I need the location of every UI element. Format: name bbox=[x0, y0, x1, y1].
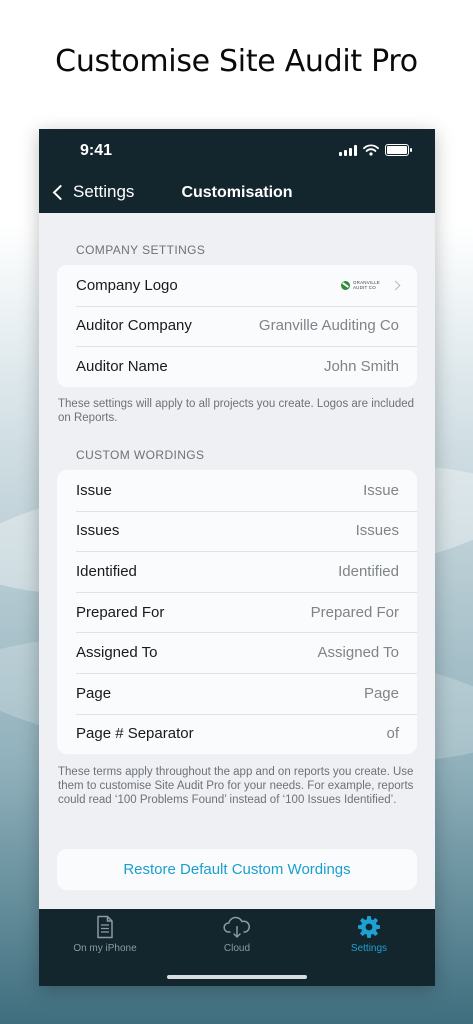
row-label: Page # Separator bbox=[76, 725, 194, 743]
company-settings-footnote: These settings will apply to all project… bbox=[58, 398, 415, 424]
company-logo-thumbnail: GRANVILLE AUDIT CO bbox=[340, 280, 380, 291]
status-icons bbox=[339, 144, 412, 156]
custom-wordings-footnote: These terms apply throughout the app and… bbox=[58, 766, 414, 806]
chevron-right-icon bbox=[390, 280, 401, 291]
row-label: Auditor Name bbox=[76, 357, 168, 375]
auditor-company-row[interactable]: Auditor Company Granville Auditing Co bbox=[57, 305, 417, 347]
status-time: 9:41 bbox=[80, 142, 113, 159]
row-label: Auditor Company bbox=[76, 317, 192, 335]
tab-label: Settings bbox=[350, 943, 388, 954]
company-settings-group: Company Logo GRANVILLE AUDIT CO Auditor … bbox=[57, 265, 417, 387]
page-title: Customisation bbox=[181, 184, 293, 201]
row-value: Issues bbox=[355, 522, 399, 540]
navigation-bar: 9:41 Settings Customisation bbox=[39, 129, 435, 213]
section-header-custom-wordings: CUSTOM WORDINGS bbox=[76, 448, 205, 462]
wording-row-page[interactable]: Page Page bbox=[57, 672, 417, 714]
tab-label: Cloud bbox=[223, 943, 251, 954]
settings-content: COMPANY SETTINGS Company Logo GRANVILLE … bbox=[39, 213, 435, 909]
logo-wordmark: GRANVILLE AUDIT CO bbox=[352, 280, 380, 291]
wording-row-issue[interactable]: Issue Issue bbox=[57, 470, 417, 511]
row-value: John Smith bbox=[323, 357, 399, 375]
section-header-company-settings: COMPANY SETTINGS bbox=[76, 243, 206, 257]
row-value: Assigned To bbox=[317, 644, 399, 662]
gear-icon bbox=[358, 916, 380, 938]
auditor-name-row[interactable]: Auditor Name John Smith bbox=[57, 346, 417, 387]
row-label: Issues bbox=[76, 522, 120, 540]
row-value: Identified bbox=[338, 562, 399, 580]
tab-settings[interactable]: Settings bbox=[303, 915, 435, 954]
row-label: Issue bbox=[76, 481, 112, 499]
tab-bar: On my iPhone Cloud Settings bbox=[39, 909, 435, 986]
home-indicator bbox=[167, 975, 307, 979]
row-value: Granville Auditing Co bbox=[258, 317, 399, 335]
cellular-signal-icon bbox=[339, 144, 357, 156]
wording-row-assigned-to[interactable]: Assigned To Assigned To bbox=[57, 632, 417, 673]
row-value: Page bbox=[363, 684, 399, 702]
wifi-icon bbox=[363, 144, 379, 156]
restore-defaults-button[interactable]: Restore Default Custom Wordings bbox=[57, 849, 417, 890]
tab-cloud[interactable]: Cloud bbox=[171, 915, 303, 954]
row-label: Assigned To bbox=[76, 644, 158, 662]
tab-on-my-iphone[interactable]: On my iPhone bbox=[39, 915, 171, 954]
phone-screen: 9:41 Settings Customisation COMPANY SETT… bbox=[39, 129, 435, 986]
document-icon bbox=[97, 915, 113, 939]
wording-row-page-separator[interactable]: Page # Separator of bbox=[57, 713, 417, 755]
cloud-icon bbox=[223, 916, 250, 939]
wording-row-prepared-for[interactable]: Prepared For Prepared For bbox=[57, 591, 417, 633]
row-value: Prepared For bbox=[310, 603, 399, 621]
promo-headline: Customise Site Audit Pro bbox=[55, 44, 418, 79]
wording-row-identified[interactable]: Identified Identified bbox=[57, 551, 417, 592]
row-value: Issue bbox=[363, 481, 399, 499]
row-label: Identified bbox=[76, 562, 137, 580]
row-label: Prepared For bbox=[76, 603, 165, 621]
custom-wordings-group: Issue Issue Issues Issues Identified Ide… bbox=[57, 470, 417, 755]
logo-mark-icon bbox=[340, 280, 350, 290]
tab-label: On my iPhone bbox=[73, 943, 137, 954]
row-label: Page bbox=[76, 684, 112, 702]
row-value: of bbox=[386, 725, 399, 743]
row-label: Company Logo bbox=[76, 276, 178, 294]
company-logo-row[interactable]: Company Logo GRANVILLE AUDIT CO bbox=[57, 265, 417, 306]
wording-row-issues[interactable]: Issues Issues bbox=[57, 510, 417, 552]
battery-icon bbox=[385, 144, 412, 156]
